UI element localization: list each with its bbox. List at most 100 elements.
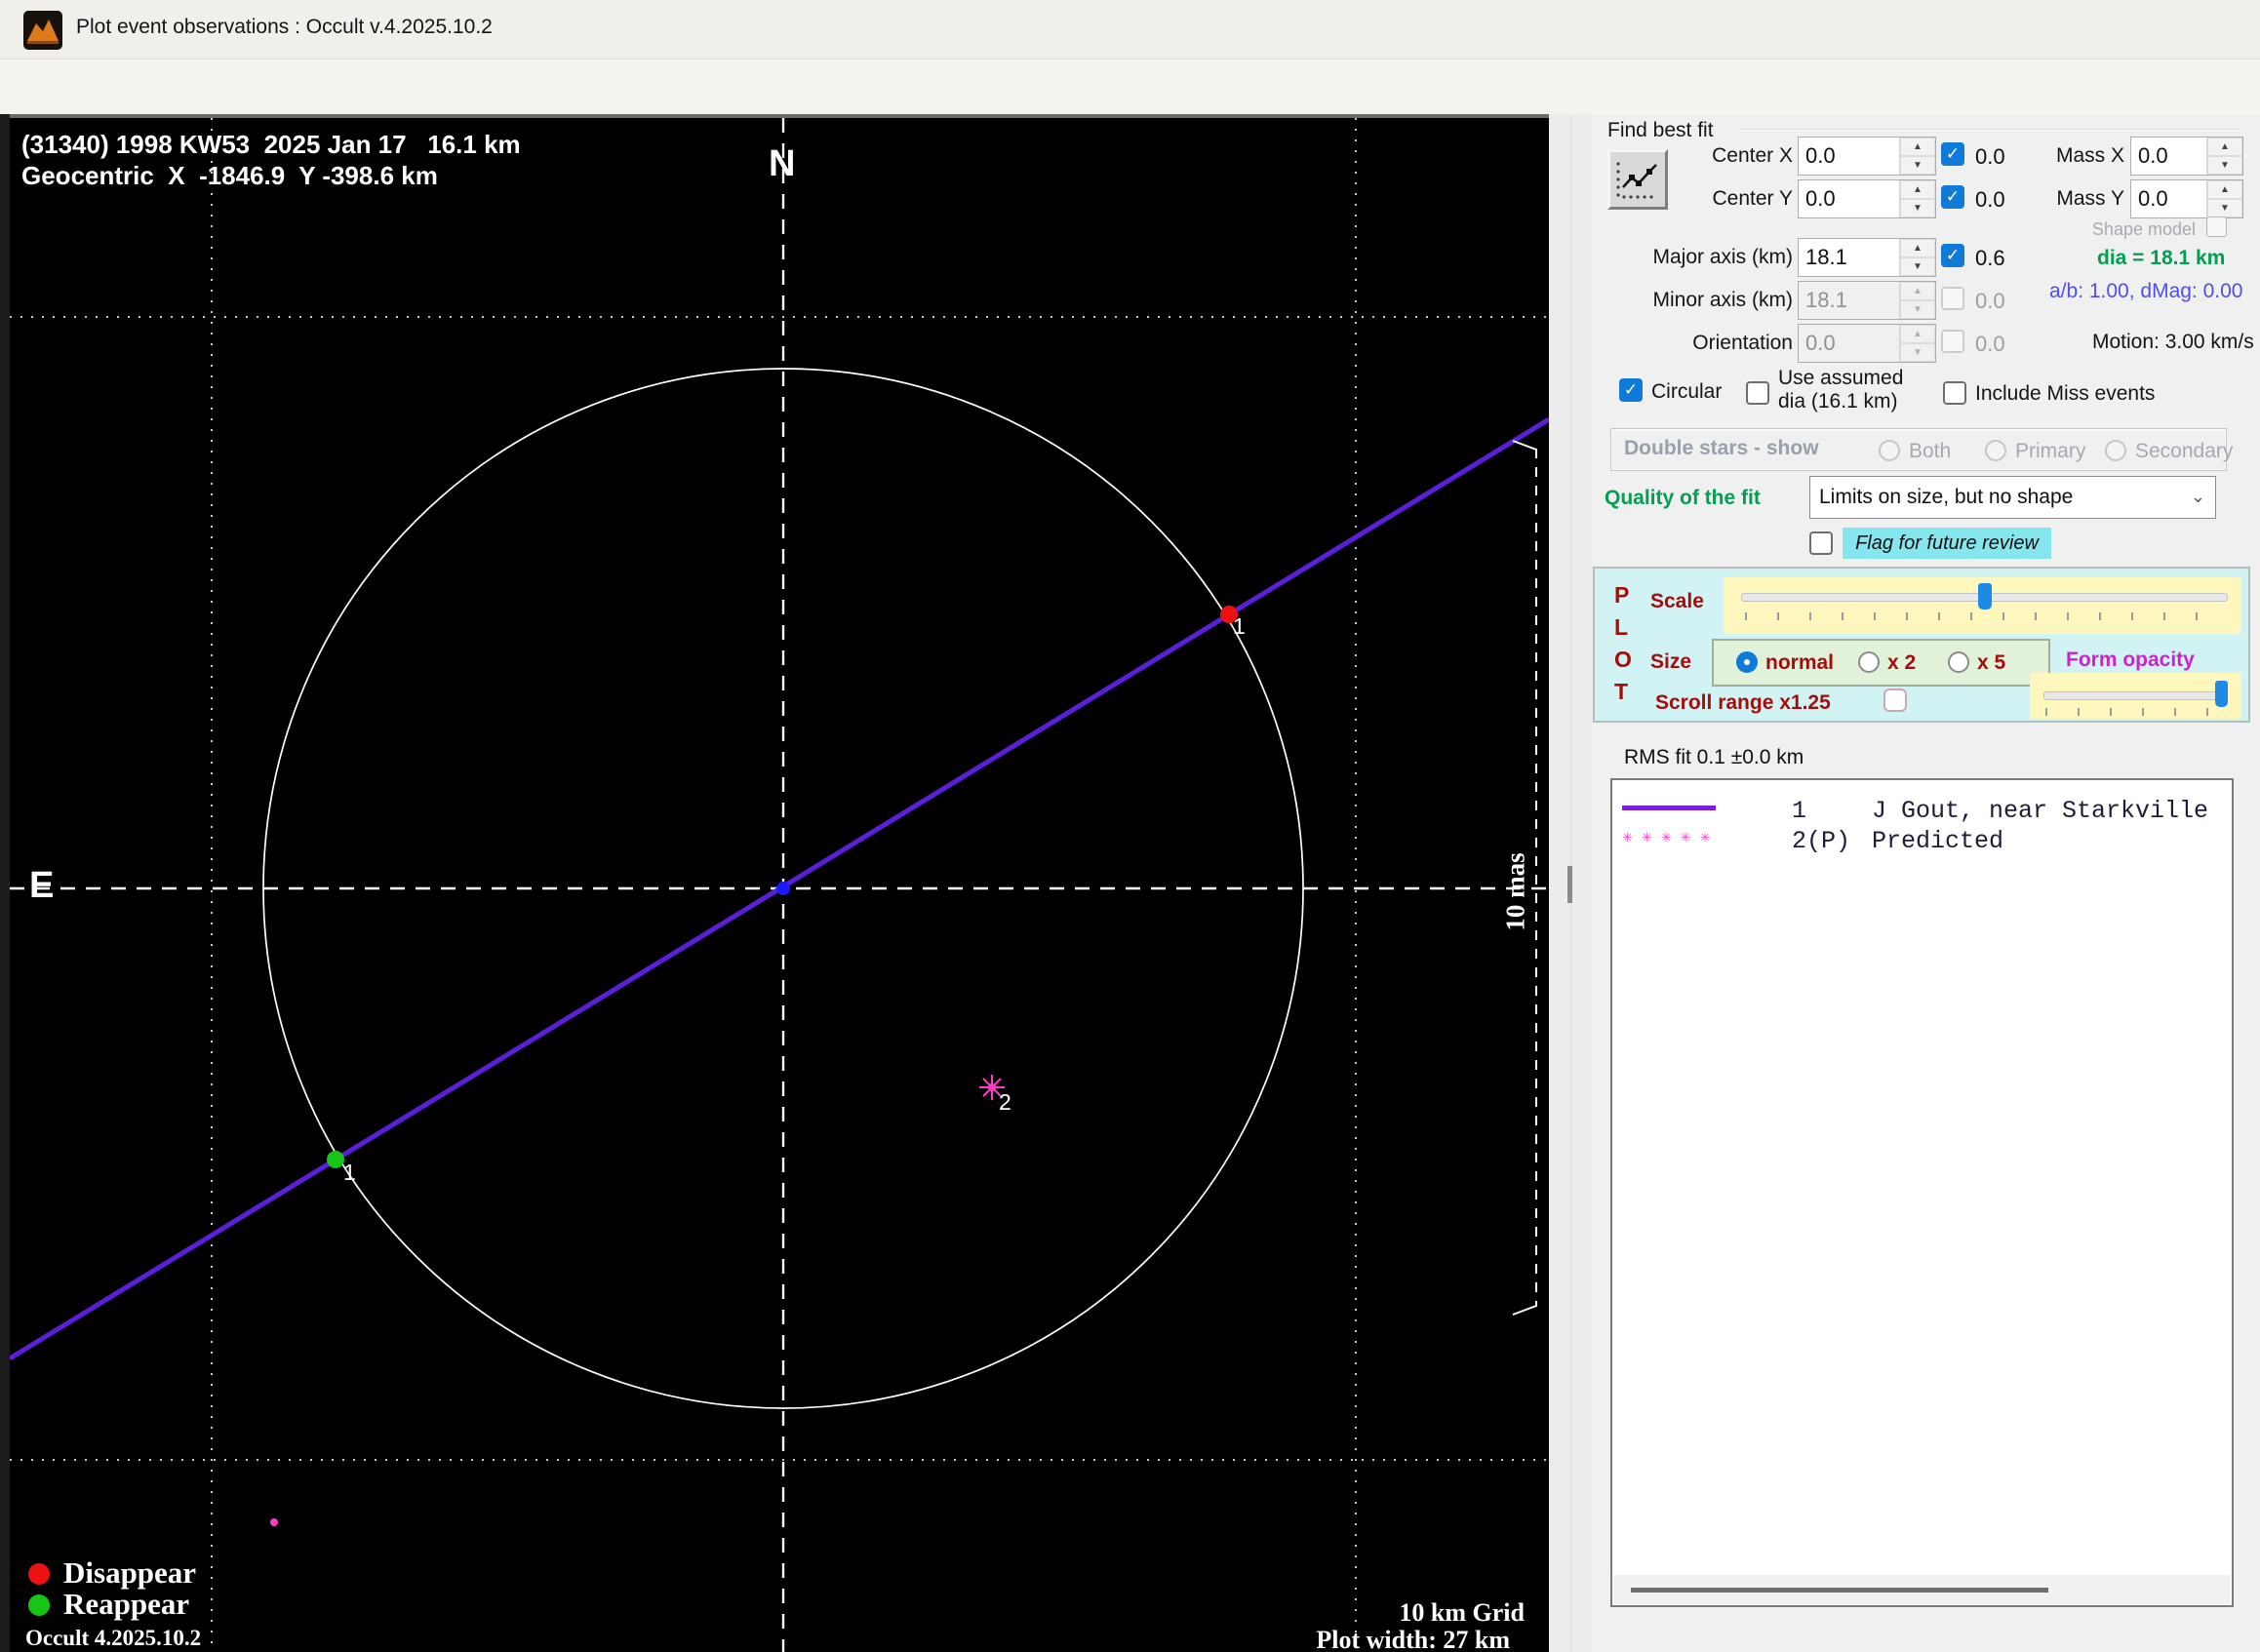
control-panel: Find best fit Center X 0.0 ▲▼ ✓ 0.0 Cent… — [1593, 114, 2260, 1652]
spin-up-icon[interactable]: ▲ — [1900, 138, 1935, 156]
include-miss-label: Include Miss events — [1975, 382, 2155, 406]
disappear-point-label: 1 — [1233, 613, 1246, 640]
observation-number: 1 — [1792, 797, 1806, 825]
double-secondary-radio — [2105, 440, 2126, 461]
predicted-asterisk-core — [988, 1083, 996, 1091]
major-axis-checkbox[interactable]: ✓ — [1941, 244, 1964, 267]
opacity-slider-area — [2030, 673, 2241, 719]
quality-label: Quality of the fit — [1605, 487, 1761, 510]
legend-reappear-dot — [28, 1594, 50, 1616]
spin-down-icon[interactable]: ▼ — [1900, 199, 1935, 217]
double-both-radio — [1879, 440, 1900, 461]
occult-plot-window: Plot event observations : Occult v.4.202… — [0, 0, 2260, 1652]
size-x5-radio[interactable] — [1948, 651, 1969, 673]
scroll-range-label: Scroll range x1.25 — [1655, 691, 1831, 715]
title-bar: Plot event observations : Occult v.4.202… — [0, 0, 2260, 59]
minor-axis-check-value: 0.0 — [1975, 289, 2005, 314]
scroll-range-checkbox[interactable] — [1883, 688, 1907, 712]
major-axis-check-value: 0.6 — [1975, 246, 2005, 271]
scale-slider-thumb[interactable] — [1978, 583, 1992, 610]
rms-fit-label: RMS fit 0.1 ±0.0 km — [1624, 746, 1804, 769]
circular-checkbox[interactable]: ✓ — [1619, 378, 1643, 402]
legend-disappear-dot — [28, 1563, 50, 1585]
center-x-check-value: 0.0 — [1975, 144, 2005, 170]
observations-listbox[interactable]: 1 J Gout, near Starkville ✳✳✳✳✳ 2(P) Pre… — [1610, 778, 2234, 1607]
quality-dropdown[interactable]: Limits on size, but no shape ⌄ — [1809, 476, 2216, 519]
opacity-slider-thumb[interactable] — [2215, 681, 2228, 707]
scrollbar-thumb[interactable] — [1567, 866, 1572, 903]
center-point — [776, 882, 790, 895]
plot-version-label: Occult 4.2025.10.2 — [25, 1626, 201, 1651]
spin-up-icon[interactable]: ▲ — [1900, 180, 1935, 199]
use-assumed-checkbox[interactable] — [1746, 381, 1769, 405]
size-normal-label: normal — [1765, 651, 1834, 675]
double-both-label: Both — [1909, 440, 1951, 463]
predicted-style-swatch: ✳✳✳✳✳ — [1622, 830, 1716, 840]
legend-reappear-label: Reappear — [63, 1587, 189, 1622]
mass-y-spinner[interactable]: 0.0 ▲▼ — [2130, 179, 2243, 218]
spin-up-icon[interactable]: ▲ — [2207, 180, 2242, 199]
window-left-edge — [0, 114, 10, 1652]
orientation-checkbox — [1941, 330, 1964, 353]
center-x-label: Center X — [1607, 144, 1793, 168]
window-title: Plot event observations : Occult v.4.202… — [76, 16, 493, 39]
center-x-checkbox[interactable]: ✓ — [1941, 142, 1964, 166]
size-label: Size — [1650, 650, 1691, 674]
spin-down-icon[interactable]: ▼ — [2207, 199, 2242, 217]
form-opacity-label: Form opacity — [2066, 649, 2195, 672]
major-axis-label: Major axis (km) — [1607, 246, 1793, 269]
groupbox-line — [1739, 129, 2241, 131]
size-normal-radio[interactable] — [1736, 651, 1758, 673]
center-y-check-value: 0.0 — [1975, 187, 2005, 213]
spin-down-icon[interactable]: ▼ — [1900, 156, 1935, 175]
north-label: N — [769, 143, 795, 185]
minor-axis-label: Minor axis (km) — [1607, 289, 1793, 312]
mass-y-label: Mass Y — [2027, 187, 2124, 211]
flag-review-label: Flag for future review — [1843, 528, 2051, 559]
orientation-label: Orientation — [1607, 332, 1793, 355]
predicted-dot — [270, 1518, 278, 1526]
major-axis-spinner[interactable]: 18.1 ▲▼ — [1798, 238, 1936, 277]
list-scrollbar-thumb[interactable] — [1631, 1588, 2048, 1593]
plot-controls-panel: P L O T Scale Size normal x 2 x 5 Form o… — [1593, 567, 2250, 723]
spin-up-icon[interactable]: ▲ — [1900, 239, 1935, 257]
plot-header-line1: (31340) 1998 KW53 2025 Jan 17 16.1 km — [21, 130, 521, 160]
scale-bracket-bottom-tick — [1513, 1306, 1536, 1315]
scale-label: Scale — [1650, 590, 1704, 613]
spin-down-icon: ▼ — [1900, 300, 1935, 319]
double-primary-label: Primary — [2015, 440, 2085, 463]
double-primary-radio — [1985, 440, 2006, 461]
spin-down-icon: ▼ — [1900, 343, 1935, 362]
occultation-plot[interactable]: (31340) 1998 KW53 2025 Jan 17 16.1 km Ge… — [10, 114, 1549, 1652]
double-secondary-label: Secondary — [2135, 440, 2233, 463]
spin-up-icon[interactable]: ▲ — [2207, 138, 2242, 156]
plot-header-line2: Geocentric X -1846.9 Y -398.6 km — [21, 161, 438, 191]
orientation-check-value: 0.0 — [1975, 332, 2005, 357]
mass-x-spinner[interactable]: 0.0 ▲▼ — [2130, 137, 2243, 176]
scale-bracket-top-tick — [1513, 441, 1536, 450]
plot-letter: T — [1614, 679, 1628, 705]
reappear-point-label: 1 — [343, 1160, 356, 1186]
legend-disappear-label: Disappear — [63, 1555, 196, 1591]
double-stars-title: Double stars - show — [1624, 437, 1819, 460]
plot-vertical-scrollbar[interactable] — [1549, 114, 1593, 1652]
size-x2-radio[interactable] — [1858, 651, 1880, 673]
opacity-slider-ticks — [2045, 708, 2227, 716]
grid-size-label: 10 km Grid — [1276, 1598, 1525, 1628]
spin-down-icon[interactable]: ▼ — [1900, 257, 1935, 276]
reappear-point-1 — [327, 1151, 344, 1168]
flag-review-checkbox[interactable] — [1809, 531, 1833, 555]
predicted-point-label: 2 — [999, 1089, 1011, 1116]
include-miss-checkbox[interactable] — [1943, 381, 1966, 405]
observation-number: 2(P) — [1792, 827, 1850, 855]
opacity-slider-track[interactable] — [2043, 691, 2227, 700]
app-icon — [23, 11, 62, 50]
ab-dmag-value: a/b: 1.00, dMag: 0.00 — [2049, 280, 2242, 303]
center-x-spinner[interactable]: 0.0 ▲▼ — [1798, 137, 1936, 176]
list-horizontal-scrollbar[interactable] — [1613, 1575, 2231, 1604]
spin-down-icon[interactable]: ▼ — [2207, 156, 2242, 175]
motion-value: Motion: 3.00 km/s — [2092, 331, 2254, 354]
center-y-spinner[interactable]: 0.0 ▲▼ — [1798, 179, 1936, 218]
mass-x-label: Mass X — [2027, 144, 2124, 168]
center-y-checkbox[interactable]: ✓ — [1941, 185, 1964, 209]
